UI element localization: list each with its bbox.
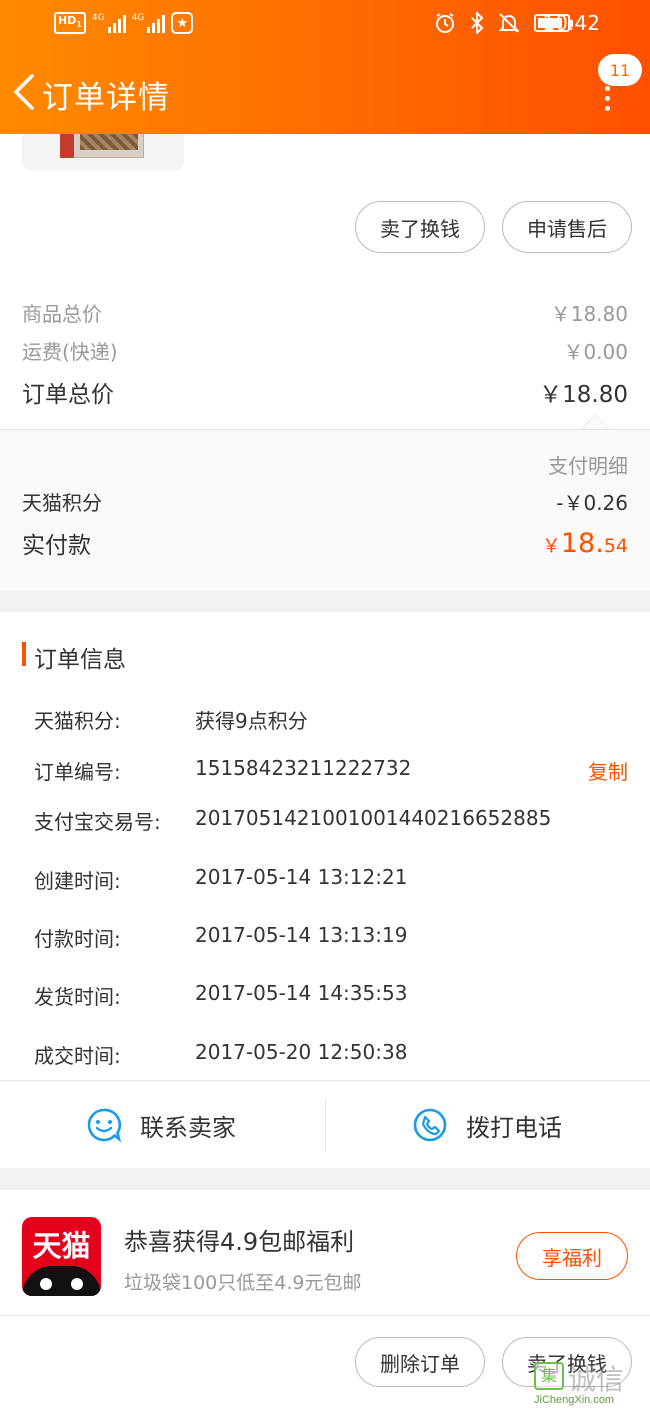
site-watermark: 集 诚信 JiChengXin.com [532, 1358, 650, 1408]
order-total-label: 订单总价 [22, 382, 114, 408]
signal-label-2: 4G [131, 13, 145, 24]
info-label: 创建时间: [34, 869, 121, 893]
contact-seller-label: 联系卖家 [140, 1113, 236, 1142]
goods-total-label: 商品总价 [22, 302, 102, 326]
app-header: HD1 4G 4G ★ 10:42 订单详情 11 [0, 0, 650, 134]
shipping-row: 运费(快递) ￥0.00 [22, 336, 628, 365]
watermark-text: 诚信 [568, 1363, 625, 1396]
info-value: 2017-05-14 13:12:21 [195, 865, 408, 889]
apply-after-sale-button[interactable]: 申请售后 [502, 201, 632, 253]
order-total-value: ￥18.80 [539, 382, 628, 408]
more-menu-icon[interactable] [600, 86, 614, 111]
info-value: 2017-05-14 13:13:19 [195, 923, 408, 947]
signal-icon-2: 4G [131, 13, 166, 34]
tmall-logo: 天猫 [22, 1217, 101, 1296]
call-phone-label: 拨打电话 [466, 1113, 562, 1142]
paid-currency: ￥ [541, 534, 561, 557]
bluetooth-icon [471, 12, 484, 34]
payment-detail-link-row: 支付明细 [22, 450, 628, 479]
promo-subtitle: 垃圾袋100只低至4.9元包邮 [124, 1272, 362, 1294]
payment-detail-link[interactable]: 支付明细 [548, 450, 628, 479]
paid-integer: 18. [560, 527, 604, 559]
sell-for-cash-button[interactable]: 卖了换钱 [355, 201, 485, 253]
shipping-label: 运费(快递) [22, 340, 118, 364]
goods-total-value: ￥18.80 [550, 302, 628, 326]
alarm-icon [436, 13, 454, 33]
info-value: 2017-05-20 12:50:38 [195, 1040, 408, 1064]
watermark-box: 集 [534, 1362, 564, 1390]
chat-smile-icon [87, 1108, 122, 1143]
info-label: 支付宝交易号: [34, 810, 161, 834]
points-label: 天猫积分 [22, 491, 102, 515]
tmall-logo-text: 天猫 [32, 1229, 91, 1263]
signal-label: 4G [91, 13, 105, 24]
message-count-badge[interactable]: 11 [598, 54, 642, 86]
actual-paid-label: 实付款 [22, 533, 91, 559]
page-title: 订单详情 [42, 80, 170, 116]
shipping-value: ￥0.00 [563, 340, 628, 364]
call-phone-button[interactable]: 拨打电话 [412, 1081, 562, 1169]
info-label: 发货时间: [34, 985, 121, 1009]
status-time: 10:42 [542, 11, 600, 35]
contact-divider [325, 1099, 326, 1151]
delete-order-button[interactable]: 删除订单 [355, 1337, 485, 1387]
hd-sub: 1 [76, 20, 82, 30]
app-notification-icon: ★ [171, 12, 194, 35]
back-arrow-icon[interactable] [10, 72, 38, 112]
signal-icon: 4G [91, 13, 126, 34]
actual-paid-row: 实付款 ￥ 18. 54 [22, 526, 628, 560]
points-deduction-row: 天猫积分 -￥0.26 [22, 487, 628, 516]
mute-icon [498, 13, 520, 33]
info-label: 天猫积分: [34, 709, 121, 733]
info-label: 付款时间: [34, 927, 121, 951]
info-value: 2017-05-14 14:35:53 [195, 981, 408, 1005]
panel-pointer [581, 414, 609, 429]
order-info-title: 订单信息 [22, 640, 126, 674]
info-label: 订单编号: [34, 760, 121, 784]
copy-order-number-button[interactable]: 复制 [588, 756, 628, 785]
hd-indicator: HD1 [54, 12, 86, 35]
goods-total-row: 商品总价 ￥18.80 [22, 298, 628, 327]
promo-title: 恭喜获得4.9包邮福利 [124, 1228, 355, 1256]
phone-icon [413, 1108, 447, 1142]
hd-label: HD [58, 14, 77, 27]
info-value: 15158423211222732 [195, 756, 412, 780]
status-left: HD1 4G 4G ★ [54, 12, 194, 35]
info-value: 获得9点积分 [195, 709, 308, 733]
promo-card[interactable]: 天猫 恭喜获得4.9包邮福利 垃圾袋100只低至4.9元包邮 享福利 [0, 1190, 650, 1316]
status-bar: HD1 4G 4G ★ 10:42 [0, 0, 650, 48]
actual-paid-value: ￥ 18. 54 [542, 528, 628, 559]
contact-bar: 联系卖家 拨打电话 [0, 1080, 650, 1168]
points-value: -￥0.26 [556, 491, 628, 515]
watermark-url: JiChengXin.com [534, 1394, 615, 1406]
info-label: 成交时间: [34, 1044, 121, 1068]
get-welfare-button[interactable]: 享福利 [516, 1232, 628, 1280]
order-total-row: 订单总价 ￥18.80 [22, 375, 628, 409]
info-value: 2017051421001001440216652885 [195, 806, 552, 830]
paid-decimal: 54 [603, 534, 628, 557]
contact-seller-button[interactable]: 联系卖家 [86, 1081, 236, 1169]
